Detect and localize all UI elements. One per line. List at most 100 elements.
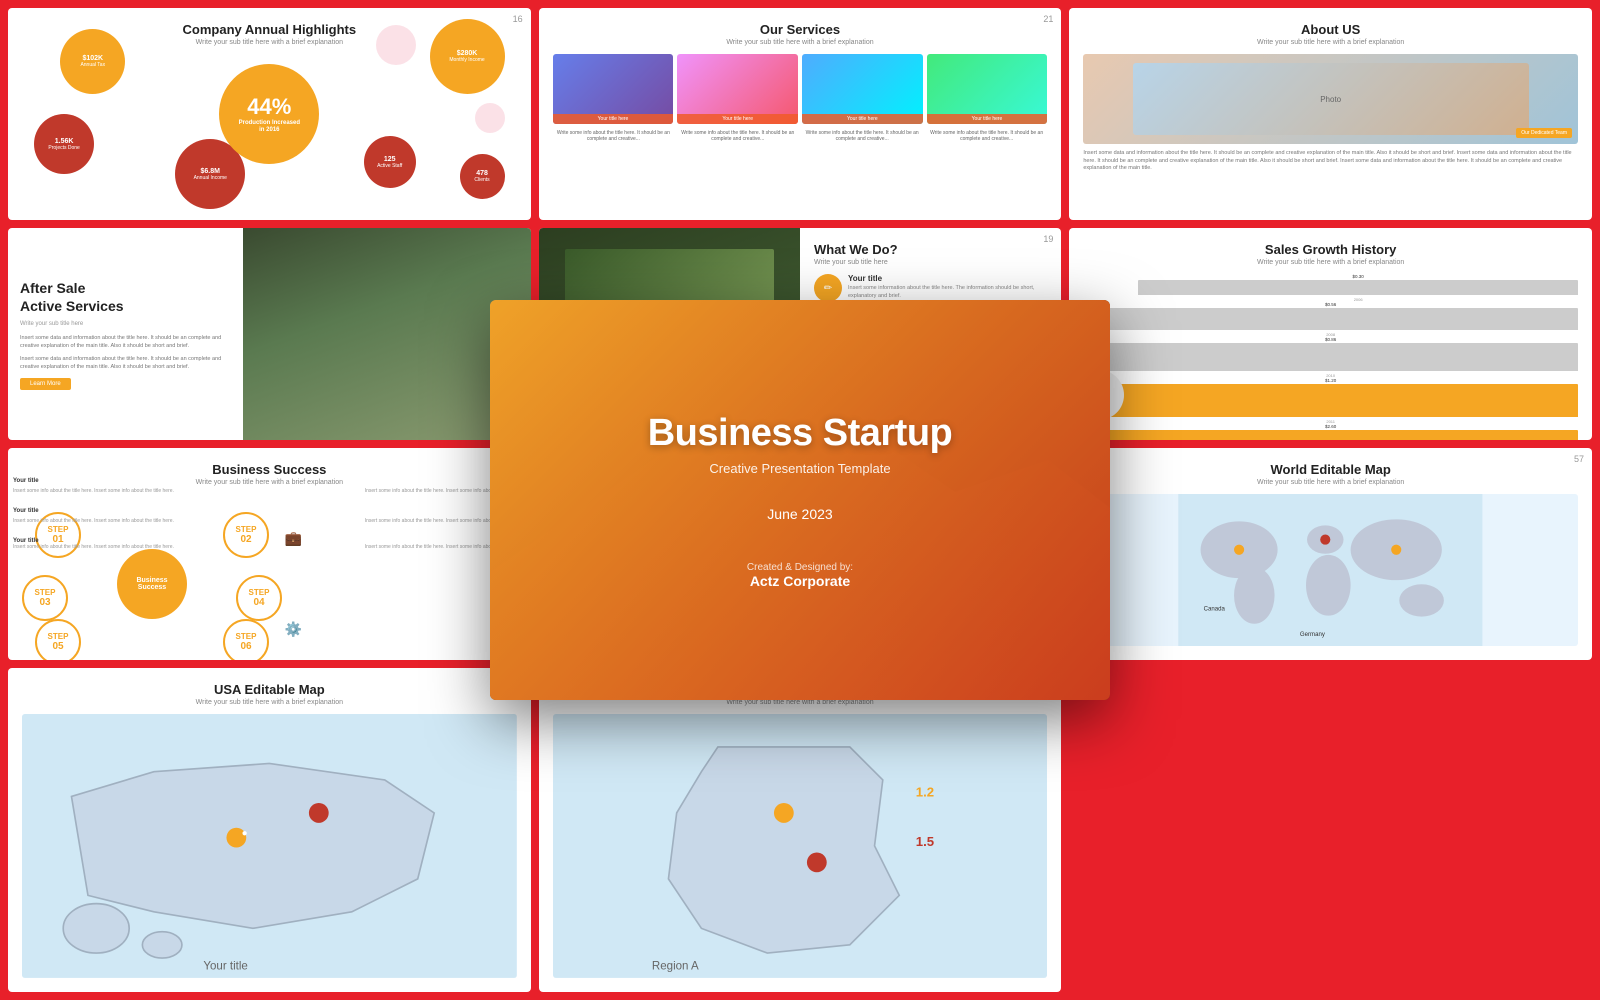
slide-business-success: Business Success Write your sub title he… (8, 448, 531, 660)
germany-stat-2: 1.5 (915, 834, 933, 849)
center-hub: BusinessSuccess (117, 549, 187, 619)
after-sale-text-2: Insert some data and information about t… (20, 356, 231, 371)
bubble-125-label: 125 (384, 156, 396, 163)
icon-right-top: 💼 (285, 530, 302, 547)
bubble-68m-sub: Annual Income (194, 175, 227, 181)
bar-2006-rect (1138, 280, 1578, 295)
usa-map-svg: ● Your title (22, 714, 517, 978)
bar-2010: $0.86 2010 (1083, 337, 1578, 378)
step-03-label: 03 (39, 597, 50, 608)
step-02: STEP 02 (223, 512, 269, 558)
germany-region: Region A (652, 961, 699, 973)
germany-stat-1: 1.2 (915, 785, 933, 800)
service-photo-3: Your title here (802, 54, 923, 124)
bubble-68m-label: $6.8M (201, 168, 220, 175)
after-sale-title: After SaleActive Services (20, 279, 231, 315)
slide-2-title: Our Services (553, 22, 1048, 37)
overlay-main-title: Business Startup (648, 412, 953, 455)
main-bubble: 44% Production Increasedin 2016 (219, 64, 319, 164)
marker-as (1391, 545, 1401, 555)
slide-9-title: World Editable Map (1083, 462, 1578, 477)
slide-number-5: 19 (1043, 234, 1053, 244)
after-sale-text-1: Insert some data and information about t… (20, 335, 231, 350)
slide-after-sale: After SaleActive Services Write your sub… (8, 228, 531, 440)
slide-2-subtitle: Write your sub title here with a brief e… (553, 39, 1048, 46)
service-caption-3: Your title here (802, 114, 923, 124)
bubble-102k: $102K Annual Tax (60, 29, 125, 94)
service-desc-3: Write some info about the title here. It… (801, 130, 922, 142)
slide-number-1: 16 (513, 14, 523, 24)
map-label-canada: Canada (1204, 606, 1226, 613)
step-04-label: 04 (253, 597, 264, 608)
slide-about-us: About US Write your sub title here with … (1069, 8, 1592, 220)
slide-number-9: 57 (1574, 454, 1584, 464)
bubble-280k-sub: Monthly Income (449, 57, 484, 63)
step-06-label: 06 (240, 641, 251, 652)
slide-sales-growth: Sales Growth History Write your sub titl… (1069, 228, 1592, 440)
slide-world-map: 57 World Editable Map Write your sub tit… (1069, 448, 1592, 660)
icon-right-bottom: ⚙️ (285, 621, 302, 638)
step-02-num: STEP (236, 525, 257, 534)
label-left-2: Your title (13, 508, 174, 514)
step-02-label: 02 (240, 534, 251, 545)
learn-more-button[interactable]: Learn More (20, 378, 71, 390)
overlay-credit-line: Created & Designed by: (747, 562, 853, 573)
ghost-bubble-1 (376, 25, 416, 65)
slide-our-services: 21 Our Services Write your sub title her… (539, 8, 1062, 220)
bubble-102k-sub: Annual Tax (80, 62, 105, 68)
bar-value-2006: $0.30 (1353, 274, 1364, 279)
overlay-content: Business Startup Creative Presentation T… (490, 300, 1110, 700)
overlay-company-name: Actz Corporate (750, 573, 850, 589)
service-caption-4: Your title here (927, 114, 1048, 124)
slide-germany-map: 59 Germany Editable Map Write your sub t… (539, 668, 1062, 992)
usa-your-title: Your title (203, 961, 247, 973)
bar-2010-rect (1083, 343, 1578, 371)
about-body-text: Insert some data and information about t… (1083, 150, 1578, 173)
bar-2008-rect (1083, 308, 1578, 330)
what-icon-1: ✏ (814, 274, 842, 302)
bar-2012-rect (1083, 430, 1578, 440)
bubble-156k-sub: Projects Done (48, 145, 79, 151)
bubble-102k-label: $102K (82, 55, 103, 62)
after-sale-photo (243, 228, 530, 440)
step-06: STEP 06 (223, 619, 269, 660)
main-bubble-pct: 44% (247, 94, 291, 120)
what-text-1: Your title Insert some information about… (848, 274, 1047, 300)
overlay-tagline: Creative Presentation Template (709, 461, 890, 476)
africa (1306, 555, 1351, 616)
bubble-280k: $280K Monthly Income (430, 19, 505, 94)
ghost-bubble-2 (475, 103, 505, 133)
hawaii (142, 932, 182, 958)
step-04-num: STEP (249, 588, 270, 597)
bubble-478-sub: Clients (474, 177, 489, 183)
label-left-1: Your title (13, 478, 174, 484)
usa-marker-label: ● (242, 828, 248, 839)
bar-2012: $2.60 2012 (1083, 424, 1578, 440)
marker-na (1234, 545, 1244, 555)
slide-6-subtitle: Write your sub title here with a brief e… (1083, 259, 1578, 266)
after-sale-left: After SaleActive Services Write your sub… (8, 228, 243, 440)
service-photo-1: Your title here (553, 54, 674, 124)
marker-eu (1321, 535, 1331, 545)
slide-3-title: About US (1083, 22, 1578, 37)
slide-usa-map: 58 USA Editable Map Write your sub title… (8, 668, 531, 992)
service-photo-2: Your title here (677, 54, 798, 124)
overlay-date: June 2023 (767, 506, 832, 522)
bar-value-2010: $0.86 (1325, 337, 1336, 342)
south-america (1234, 567, 1275, 624)
bar-2006: $0.30 2006 (1138, 274, 1578, 302)
slide-company-annual: 16 Company Annual Highlights Write your … (8, 8, 531, 220)
world-map-svg: Canada Germany (1083, 494, 1578, 646)
step-05-label: 05 (52, 641, 63, 652)
germany-marker-2 (807, 853, 827, 873)
service-caption-2: Your title here (677, 114, 798, 124)
bubble-478-label: 478 (476, 170, 488, 177)
center-overlay-slide: Business Startup Creative Presentation T… (490, 300, 1110, 700)
service-desc-1: Write some info about the title here. It… (553, 130, 674, 142)
team-badge: Our Dedicated Team (1516, 128, 1572, 138)
map-label-germany: Germany (1300, 631, 1326, 638)
bubble-478: 478 Clients (460, 154, 505, 199)
germany-shape (668, 747, 899, 953)
australia (1400, 584, 1445, 616)
usa-marker-2 (309, 803, 329, 823)
